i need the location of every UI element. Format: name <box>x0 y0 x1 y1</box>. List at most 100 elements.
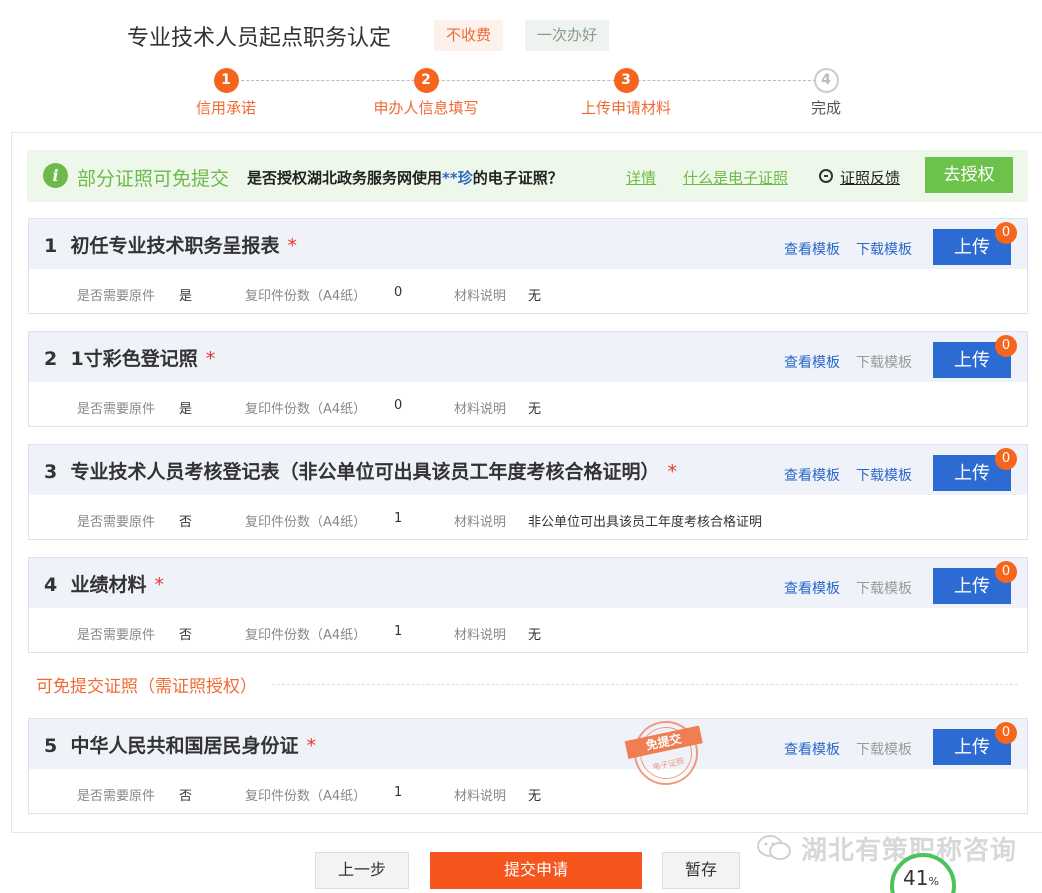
card-header: 5 中华人民共和国居民身份证 * 查看模板 下载模板 上传 0 <box>29 719 1027 769</box>
submit-application-button[interactable]: 提交申请 <box>430 852 642 889</box>
original-value: 是 <box>179 402 193 417</box>
what-is-e-license-link[interactable]: 什么是电子证照 <box>683 167 788 188</box>
material-index: 1 <box>44 235 58 257</box>
note-value: 无 <box>528 789 542 804</box>
note-label: 材料说明 <box>454 789 507 804</box>
material-card-5: 5 中华人民共和国居民身份证 * 查看模板 下载模板 上传 0 是否需要原件 否 … <box>28 718 1028 814</box>
original-value: 是 <box>179 289 193 304</box>
original-value: 否 <box>179 789 193 804</box>
upload-count-badge: 0 <box>995 335 1017 357</box>
material-card-2: 2 1寸彩色登记照 * 查看模板 下载模板 上传 0 是否需要原件 是 复印件份数… <box>28 331 1028 427</box>
card-meta: 是否需要原件 是 复印件份数（A4纸） 0 材料说明 无 <box>29 382 1027 426</box>
step-1: 1 信用承诺 <box>166 68 286 118</box>
progress-steps: 1 信用承诺 2 申办人信息填写 3 上传申请材料 4 完成 <box>0 68 1042 118</box>
note-label: 材料说明 <box>454 289 507 304</box>
authorization-question: 是否授权湖北政务服务网使用**珍的电子证照？ <box>247 167 563 188</box>
previous-step-button[interactable]: 上一步 <box>315 852 409 889</box>
save-draft-button[interactable]: 暂存 <box>662 852 740 889</box>
copies-value: 0 <box>394 285 403 300</box>
required-star: * <box>154 574 164 596</box>
download-template-link[interactable]: 下载模板 <box>856 239 912 259</box>
question-prefix: 是否授权湖北政务服务网使用 <box>247 169 443 187</box>
one-stop-tag: 一次办好 <box>525 20 610 51</box>
upload-count-badge: 0 <box>995 561 1017 583</box>
upload-count-badge: 0 <box>995 722 1017 744</box>
material-name: 专业技术人员考核登记表（非公单位可出具该员工年度考核合格证明） <box>70 461 660 483</box>
material-title: 5 中华人民共和国居民身份证 * <box>44 731 316 758</box>
details-link[interactable]: 详情 <box>626 167 656 188</box>
step-2-label: 申办人信息填写 <box>373 99 479 117</box>
view-template-link[interactable]: 查看模板 <box>784 352 840 372</box>
authorize-button[interactable]: 去授权 <box>925 157 1013 193</box>
exempt-section-title: 可免提交证照（需证照授权） <box>36 677 257 697</box>
material-index: 5 <box>44 735 58 757</box>
view-template-link[interactable]: 查看模板 <box>784 465 840 485</box>
progress-number: 41 <box>903 866 929 890</box>
copies-value: 1 <box>394 785 403 800</box>
license-feedback-link[interactable]: 证照反馈 <box>840 167 900 188</box>
view-template-link[interactable]: 查看模板 <box>784 578 840 598</box>
info-icon: i <box>43 163 68 188</box>
material-title: 1 初任专业技术职务呈报表 * <box>44 231 297 258</box>
material-index: 4 <box>44 574 58 596</box>
step-1-label: 信用承诺 <box>195 99 256 117</box>
material-name: 中华人民共和国居民身份证 <box>70 735 299 757</box>
copies-value: 1 <box>394 624 403 639</box>
original-value: 否 <box>179 515 193 530</box>
progress-unit: % <box>928 875 939 888</box>
upload-count-badge: 0 <box>995 222 1017 244</box>
download-template-link: 下载模板 <box>856 742 912 758</box>
original-value: 否 <box>179 628 193 643</box>
free-tag: 不收费 <box>434 20 504 51</box>
original-label: 是否需要原件 <box>77 789 156 804</box>
material-card-3: 3 专业技术人员考核登记表（非公单位可出具该员工年度考核合格证明） * 查看模板 … <box>28 444 1028 540</box>
required-star: * <box>287 235 297 257</box>
card-header: 4 业绩材料 * 查看模板 下载模板 上传 0 <box>29 558 1027 608</box>
banner-title: 部分证照可免提交 <box>77 168 230 190</box>
note-value: 无 <box>528 628 542 643</box>
card-header: 3 专业技术人员考核登记表（非公单位可出具该员工年度考核合格证明） * 查看模板 … <box>29 445 1027 495</box>
material-index: 3 <box>44 461 58 483</box>
note-value: 无 <box>528 289 542 304</box>
step-4: 4 完成 <box>766 68 886 118</box>
material-title: 2 1寸彩色登记照 * <box>44 344 215 371</box>
copies-label: 复印件份数（A4纸） <box>245 789 367 804</box>
note-value: 无 <box>528 402 542 417</box>
material-name: 初任专业技术职务呈报表 <box>70 235 280 257</box>
step-2: 2 申办人信息填写 <box>366 68 486 118</box>
note-label: 材料说明 <box>454 628 507 643</box>
material-title: 4 业绩材料 * <box>44 570 164 597</box>
card-header: 2 1寸彩色登记照 * 查看模板 下载模板 上传 0 <box>29 332 1027 382</box>
material-index: 2 <box>44 348 58 370</box>
e-license-banner: i 部分证照可免提交 是否授权湖北政务服务网使用**珍的电子证照？ 详情 什么是… <box>27 150 1028 202</box>
view-template-link[interactable]: 查看模板 <box>784 239 840 259</box>
note-label: 材料说明 <box>454 402 507 417</box>
step-3-number: 3 <box>613 68 639 93</box>
original-label: 是否需要原件 <box>77 402 156 417</box>
copies-label: 复印件份数（A4纸） <box>245 402 367 417</box>
copies-label: 复印件份数（A4纸） <box>245 628 367 643</box>
upload-count-badge: 0 <box>995 448 1017 470</box>
copies-value: 0 <box>394 398 403 413</box>
download-template-link[interactable]: 下载模板 <box>856 465 912 485</box>
original-label: 是否需要原件 <box>77 515 156 530</box>
step-4-label: 完成 <box>810 99 841 117</box>
view-template-link[interactable]: 查看模板 <box>784 739 840 759</box>
question-suffix: 的电子证照？ <box>472 169 563 187</box>
section-divider <box>272 684 1018 685</box>
material-title: 3 专业技术人员考核登记表（非公单位可出具该员工年度考核合格证明） * <box>44 457 677 484</box>
card-meta: 是否需要原件 否 复印件份数（A4纸） 1 材料说明 非公单位可出具该员工年度考… <box>29 495 1027 539</box>
card-meta: 是否需要原件 否 复印件份数（A4纸） 1 材料说明 无 <box>29 608 1027 652</box>
original-label: 是否需要原件 <box>77 289 156 304</box>
step-1-number: 1 <box>213 68 239 93</box>
wechat-icon <box>757 835 791 860</box>
step-2-number: 2 <box>413 68 439 93</box>
card-meta: 是否需要原件 是 复印件份数（A4纸） 0 材料说明 无 <box>29 269 1027 313</box>
required-star: * <box>667 461 677 483</box>
steps-connector <box>226 80 826 81</box>
material-name: 业绩材料 <box>70 574 147 596</box>
step-3: 3 上传申请材料 <box>566 68 686 118</box>
step-4-number: 4 <box>813 68 839 93</box>
material-card-1: 1 初任专业技术职务呈报表 * 查看模板 下载模板 上传 0 是否需要原件 是 复… <box>28 218 1028 314</box>
page-title: 专业技术人员起点职务认定 <box>127 26 392 51</box>
